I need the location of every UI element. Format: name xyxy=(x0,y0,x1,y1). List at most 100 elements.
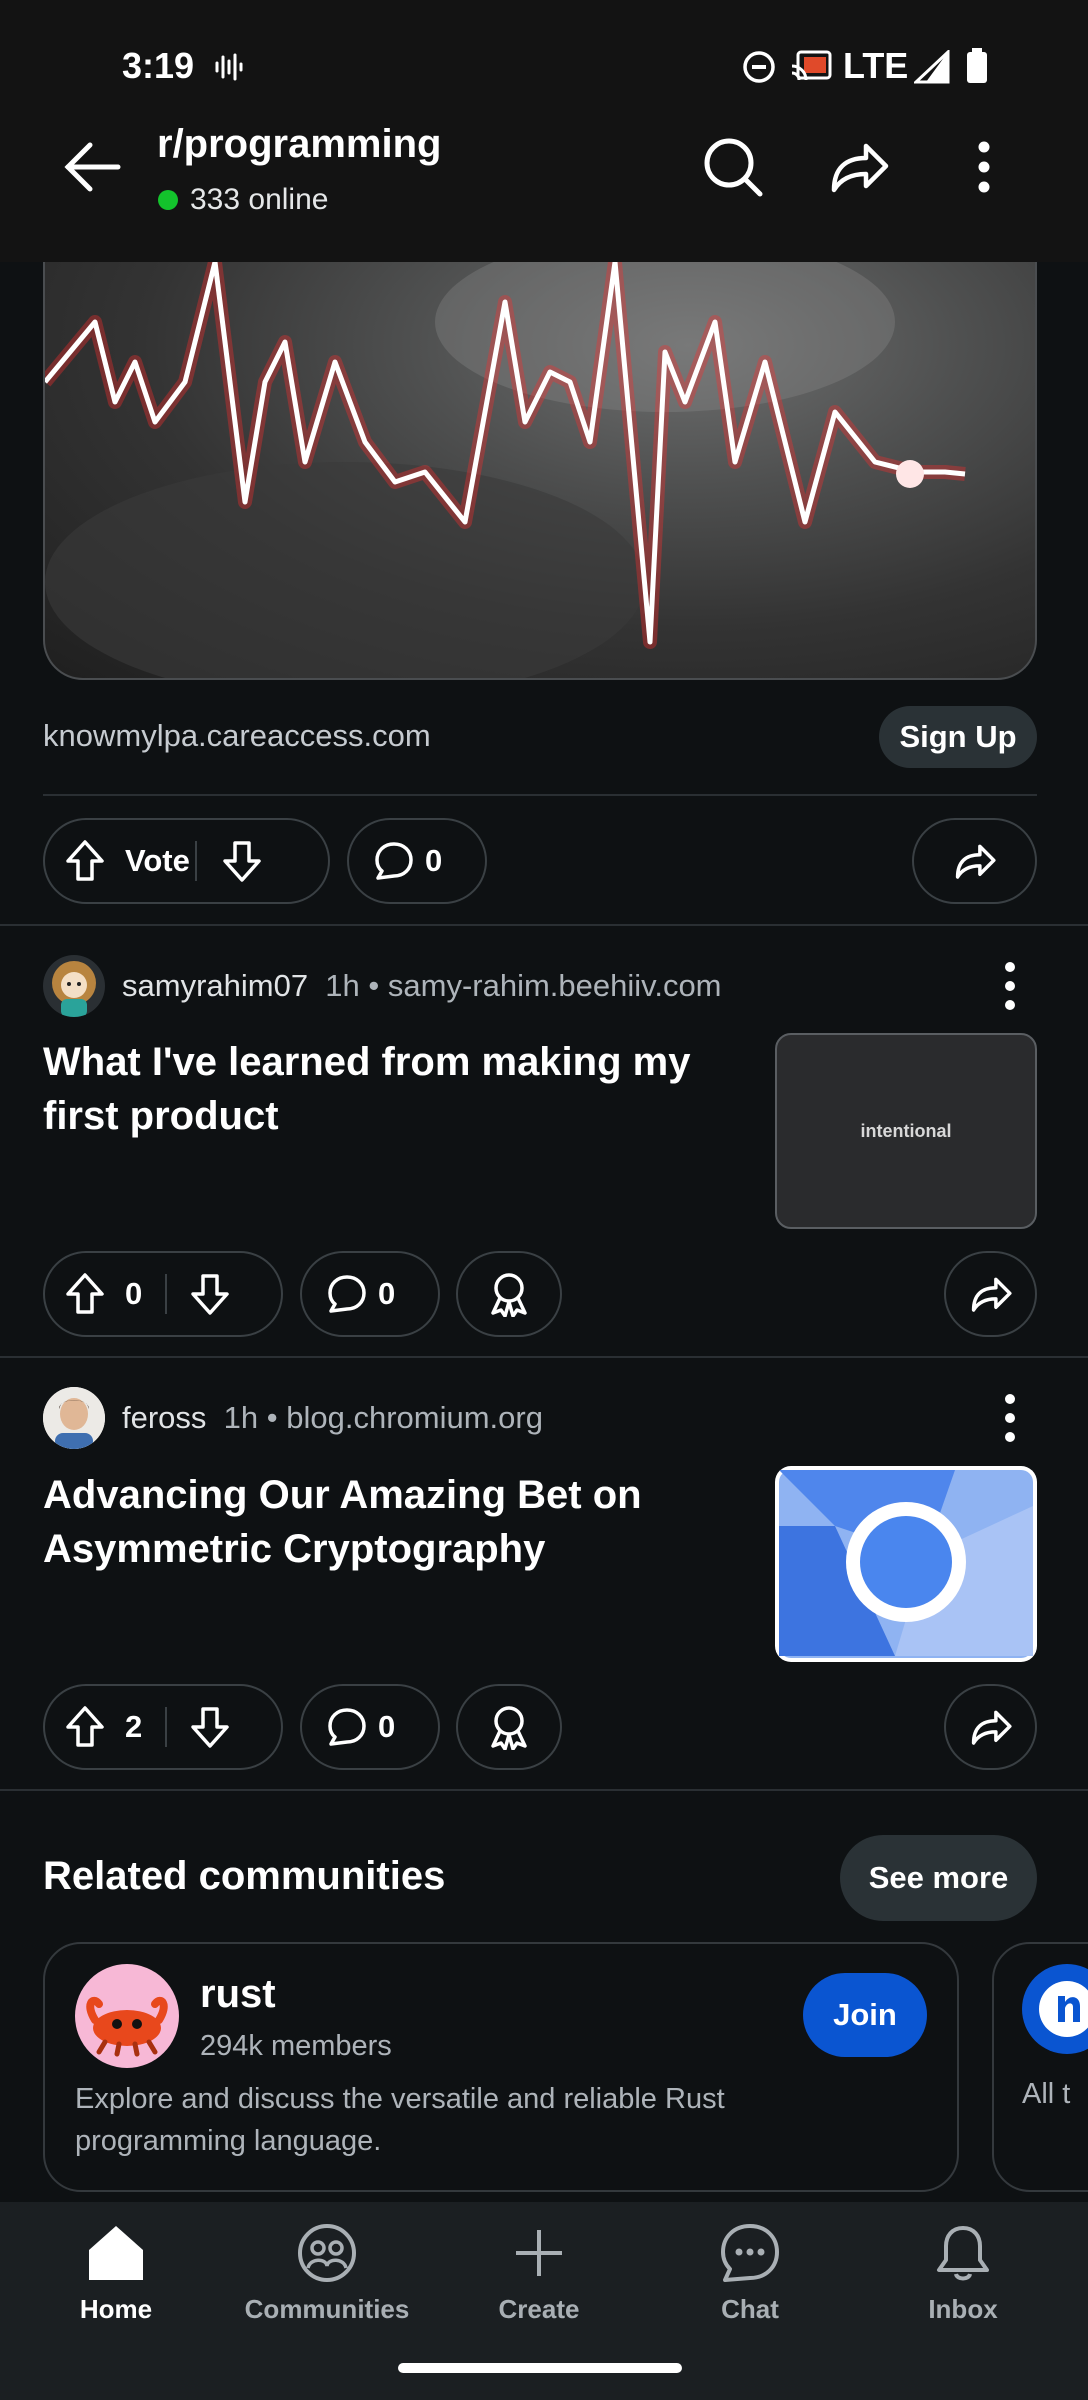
upvote-button[interactable] xyxy=(45,1272,125,1316)
join-button[interactable]: Join xyxy=(803,1973,927,2057)
see-more-button[interactable]: See more xyxy=(840,1835,1037,1921)
ad-comments-button[interactable]: 0 xyxy=(347,818,487,904)
nav-chat-label: Chat xyxy=(721,2294,779,2324)
post-thumbnail[interactable]: intentional xyxy=(775,1033,1037,1229)
post-thumbnail[interactable] xyxy=(775,1466,1037,1662)
divider xyxy=(43,794,1037,796)
vote-count: 2 xyxy=(125,1709,143,1744)
post-meta: samyrahim07 1h • samy-rahim.beehiiv.com xyxy=(122,968,722,1003)
post-meta: feross 1h • blog.chromium.org xyxy=(122,1400,543,1435)
chromium-logo-icon xyxy=(779,1470,1033,1658)
community-avatar xyxy=(1022,1964,1088,2054)
downvote-icon xyxy=(191,1274,229,1315)
nav-home[interactable]: Home xyxy=(16,2222,216,2325)
nav-communities-label: Communities xyxy=(244,2294,410,2324)
post-comments-button[interactable]: 0 xyxy=(300,1251,440,1337)
upvote-button[interactable] xyxy=(45,1705,125,1749)
signal-icon xyxy=(914,50,950,84)
search-icon xyxy=(704,138,763,197)
comment-icon xyxy=(349,840,425,882)
do-not-disturb-icon xyxy=(742,50,776,84)
nav-inbox-label: Inbox xyxy=(928,2294,998,2324)
sign-up-button[interactable]: Sign Up xyxy=(879,706,1037,768)
more-vertical-icon xyxy=(978,141,990,193)
share-icon xyxy=(971,1710,1012,1745)
network-type: LTE xyxy=(843,45,909,86)
downvote-button[interactable] xyxy=(167,1705,253,1749)
post-title[interactable]: What I've learned from making my first p… xyxy=(43,1035,743,1143)
award-button[interactable] xyxy=(456,1251,562,1337)
share-subreddit-button[interactable] xyxy=(826,134,892,200)
comment-icon xyxy=(302,1273,378,1315)
nav-create[interactable]: Create xyxy=(439,2222,639,2325)
online-count: 333 online xyxy=(190,183,329,216)
search-button[interactable] xyxy=(700,134,766,200)
award-icon xyxy=(491,1273,527,1317)
post-title[interactable]: Advancing Our Amazing Bet on Asymmetric … xyxy=(43,1468,743,1576)
post-comments-button[interactable]: 0 xyxy=(300,1684,440,1770)
post-author[interactable]: samyrahim07 xyxy=(122,968,308,1003)
share-icon xyxy=(831,143,889,193)
upvote-icon xyxy=(66,1273,104,1314)
ad-share-button[interactable] xyxy=(912,818,1037,904)
overflow-menu-button[interactable] xyxy=(964,134,1004,200)
post-vote-pill: 2 xyxy=(43,1684,283,1770)
post-share-button[interactable] xyxy=(944,1251,1037,1337)
downvote-icon xyxy=(191,1707,229,1748)
page-title: r/programming xyxy=(157,122,442,166)
downvote-button[interactable] xyxy=(197,839,287,883)
comment-icon xyxy=(302,1706,378,1748)
nav-inbox[interactable]: Inbox xyxy=(863,2222,1063,2325)
post-domain[interactable]: samy-rahim.beehiiv.com xyxy=(388,968,722,1003)
vote-count: 0 xyxy=(125,1276,143,1311)
comment-count: 0 xyxy=(378,1276,396,1311)
back-arrow-icon xyxy=(64,142,121,192)
thumbnail-text: intentional xyxy=(860,1120,952,1141)
more-vertical-icon xyxy=(1005,962,1015,1010)
downvote-icon xyxy=(223,841,261,882)
heartbeat-illustration xyxy=(45,262,966,678)
community-description: All t xyxy=(1022,2078,1071,2110)
ad-image[interactable] xyxy=(43,262,1037,680)
ad-domain[interactable]: knowmylpa.careaccess.com xyxy=(43,718,431,754)
user-avatar-icon xyxy=(52,961,96,1017)
back-button[interactable] xyxy=(60,134,126,200)
status-bar: 3:19 LTE xyxy=(0,0,1088,130)
community-avatar xyxy=(75,1964,179,2068)
ad-vote-pill: Vote xyxy=(43,818,330,904)
nav-create-label: Create xyxy=(498,2294,580,2324)
award-icon xyxy=(491,1706,527,1750)
upvote-icon xyxy=(66,840,104,881)
post-menu-button[interactable] xyxy=(990,958,1030,1014)
more-vertical-icon xyxy=(1005,1394,1015,1442)
downvote-button[interactable] xyxy=(167,1272,253,1316)
sound-wave-icon xyxy=(214,52,244,82)
post-share-button[interactable] xyxy=(944,1684,1037,1770)
community-card-next[interactable]: All t xyxy=(992,1942,1088,2192)
post-menu-button[interactable] xyxy=(990,1390,1030,1446)
gesture-bar[interactable] xyxy=(398,2363,682,2373)
cast-icon xyxy=(790,50,832,84)
avatar[interactable] xyxy=(43,1387,105,1449)
divider xyxy=(0,1356,1088,1358)
related-communities-title: Related communities xyxy=(43,1854,446,1898)
nav-chat[interactable]: Chat xyxy=(650,2222,850,2325)
chat-icon xyxy=(721,2224,779,2282)
communities-icon xyxy=(298,2224,356,2282)
bell-icon xyxy=(937,2226,989,2281)
status-time: 3:19 xyxy=(122,45,195,86)
award-button[interactable] xyxy=(456,1684,562,1770)
battery-icon xyxy=(966,48,988,84)
comment-count: 0 xyxy=(378,1709,396,1744)
post-author[interactable]: feross xyxy=(122,1400,206,1435)
nav-communities[interactable]: Communities xyxy=(227,2222,427,2325)
share-icon xyxy=(955,844,996,879)
share-icon xyxy=(971,1277,1012,1312)
vote-label: Vote xyxy=(125,843,190,878)
post-vote-pill: 0 xyxy=(43,1251,283,1337)
post-domain[interactable]: blog.chromium.org xyxy=(286,1400,543,1435)
community-name: rust xyxy=(200,1972,276,2016)
avatar[interactable] xyxy=(43,955,105,1017)
community-logo-icon xyxy=(1039,1981,1088,2037)
upvote-button[interactable] xyxy=(45,839,125,883)
